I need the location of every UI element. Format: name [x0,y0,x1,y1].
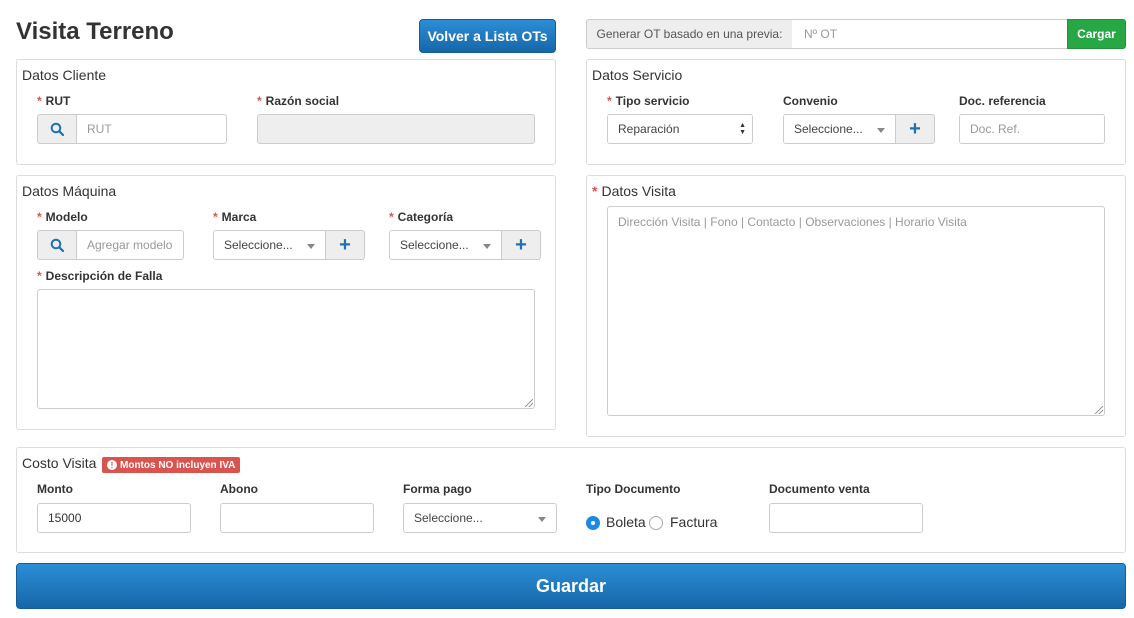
search-icon [50,238,64,252]
visit-details-textarea[interactable]: Dirección Visita | Fono | Contacto | Obs… [607,206,1105,416]
razon-social-label: * Razón social [257,94,340,108]
chevron-down-icon [307,244,315,249]
machine-data-title: Datos Máquina [22,183,117,199]
iva-warning-badge: ! Montos NO incluyen IVA [102,457,241,473]
plus-icon: + [909,118,921,140]
descripcion-falla-label: * Descripción de Falla [37,269,163,283]
modelo-label: * Modelo [37,210,88,224]
service-data-panel: Datos Servicio * Tipo servicio Reparación… [586,59,1126,165]
categoria-label: * Categoría [389,210,454,224]
marca-select[interactable]: Seleccione... [213,230,326,260]
service-data-title: Datos Servicio [592,67,683,83]
back-to-list-button[interactable]: Volver a Lista OTs [419,19,556,53]
generate-ot-group: Generar OT basado en una previa: Nº OT C… [586,19,1126,49]
updown-arrows-icon: ▲ ▼ [739,122,746,136]
radio-boleta-label[interactable]: Boleta [606,514,646,530]
exclamation-circle-icon: ! [107,460,117,470]
monto-label: Monto [37,482,73,496]
resize-handle-icon[interactable] [1095,406,1103,414]
doc-referencia-input[interactable]: Doc. Ref. [959,114,1105,144]
radio-boleta[interactable] [586,516,600,530]
client-data-panel: Datos Cliente * RUT RUT * Razón social [16,59,556,165]
add-categoria-button[interactable]: + [501,230,541,260]
abono-input[interactable] [220,503,374,533]
monto-input[interactable]: 15000 [37,503,191,533]
modelo-search-button[interactable] [37,230,77,260]
load-button[interactable]: Cargar [1067,19,1126,49]
documento-venta-label: Documento venta [769,482,870,496]
search-icon [50,122,64,136]
rut-input[interactable]: RUT [76,114,227,144]
tipo-documento-label: Tipo Documento [586,482,681,496]
razon-social-input [257,114,535,144]
chevron-down-icon [877,128,885,133]
generate-ot-label: Generar OT basado en una previa: [586,19,793,49]
categoria-select[interactable]: Seleccione... [389,230,502,260]
convenio-select[interactable]: Seleccione... [783,114,896,144]
visit-cost-panel: Costo Visita ! Montos NO incluyen IVA Mo… [16,447,1126,553]
doc-referencia-label: Doc. referencia [959,94,1046,108]
plus-icon: + [515,234,527,256]
add-marca-button[interactable]: + [325,230,365,260]
modelo-input[interactable]: Agregar modelo [76,230,184,260]
abono-label: Abono [220,482,258,496]
documento-venta-input[interactable] [769,503,923,533]
radio-factura-label[interactable]: Factura [670,514,717,530]
rut-search-button[interactable] [37,114,77,144]
client-data-title: Datos Cliente [22,67,107,83]
marca-label: * Marca [213,210,257,224]
resize-handle-icon[interactable] [525,399,533,407]
add-convenio-button[interactable]: + [895,114,935,144]
plus-icon: + [339,234,351,256]
tipo-servicio-select[interactable]: Reparación ▲ ▼ [607,114,753,144]
visit-cost-title: Costo Visita [22,455,97,471]
chevron-down-icon [483,244,491,249]
rut-label: * RUT [37,94,71,108]
forma-pago-select[interactable]: Seleccione... [403,503,557,533]
visit-data-panel: * Datos Visita Dirección Visita | Fono | … [586,175,1126,437]
descripcion-falla-textarea[interactable] [37,289,535,409]
ot-number-input[interactable]: Nº OT [792,19,1068,49]
forma-pago-label: Forma pago [403,482,472,496]
machine-data-panel: Datos Máquina * Modelo Agregar modelo * Ma… [16,175,556,430]
convenio-label: Convenio [783,94,838,108]
visit-data-title: * Datos Visita [592,183,676,199]
tipo-servicio-label: * Tipo servicio [607,94,690,108]
page-title: Visita Terreno [16,18,174,45]
radio-factura[interactable] [649,516,663,530]
save-button[interactable]: Guardar [16,563,1126,609]
chevron-down-icon [538,517,546,522]
